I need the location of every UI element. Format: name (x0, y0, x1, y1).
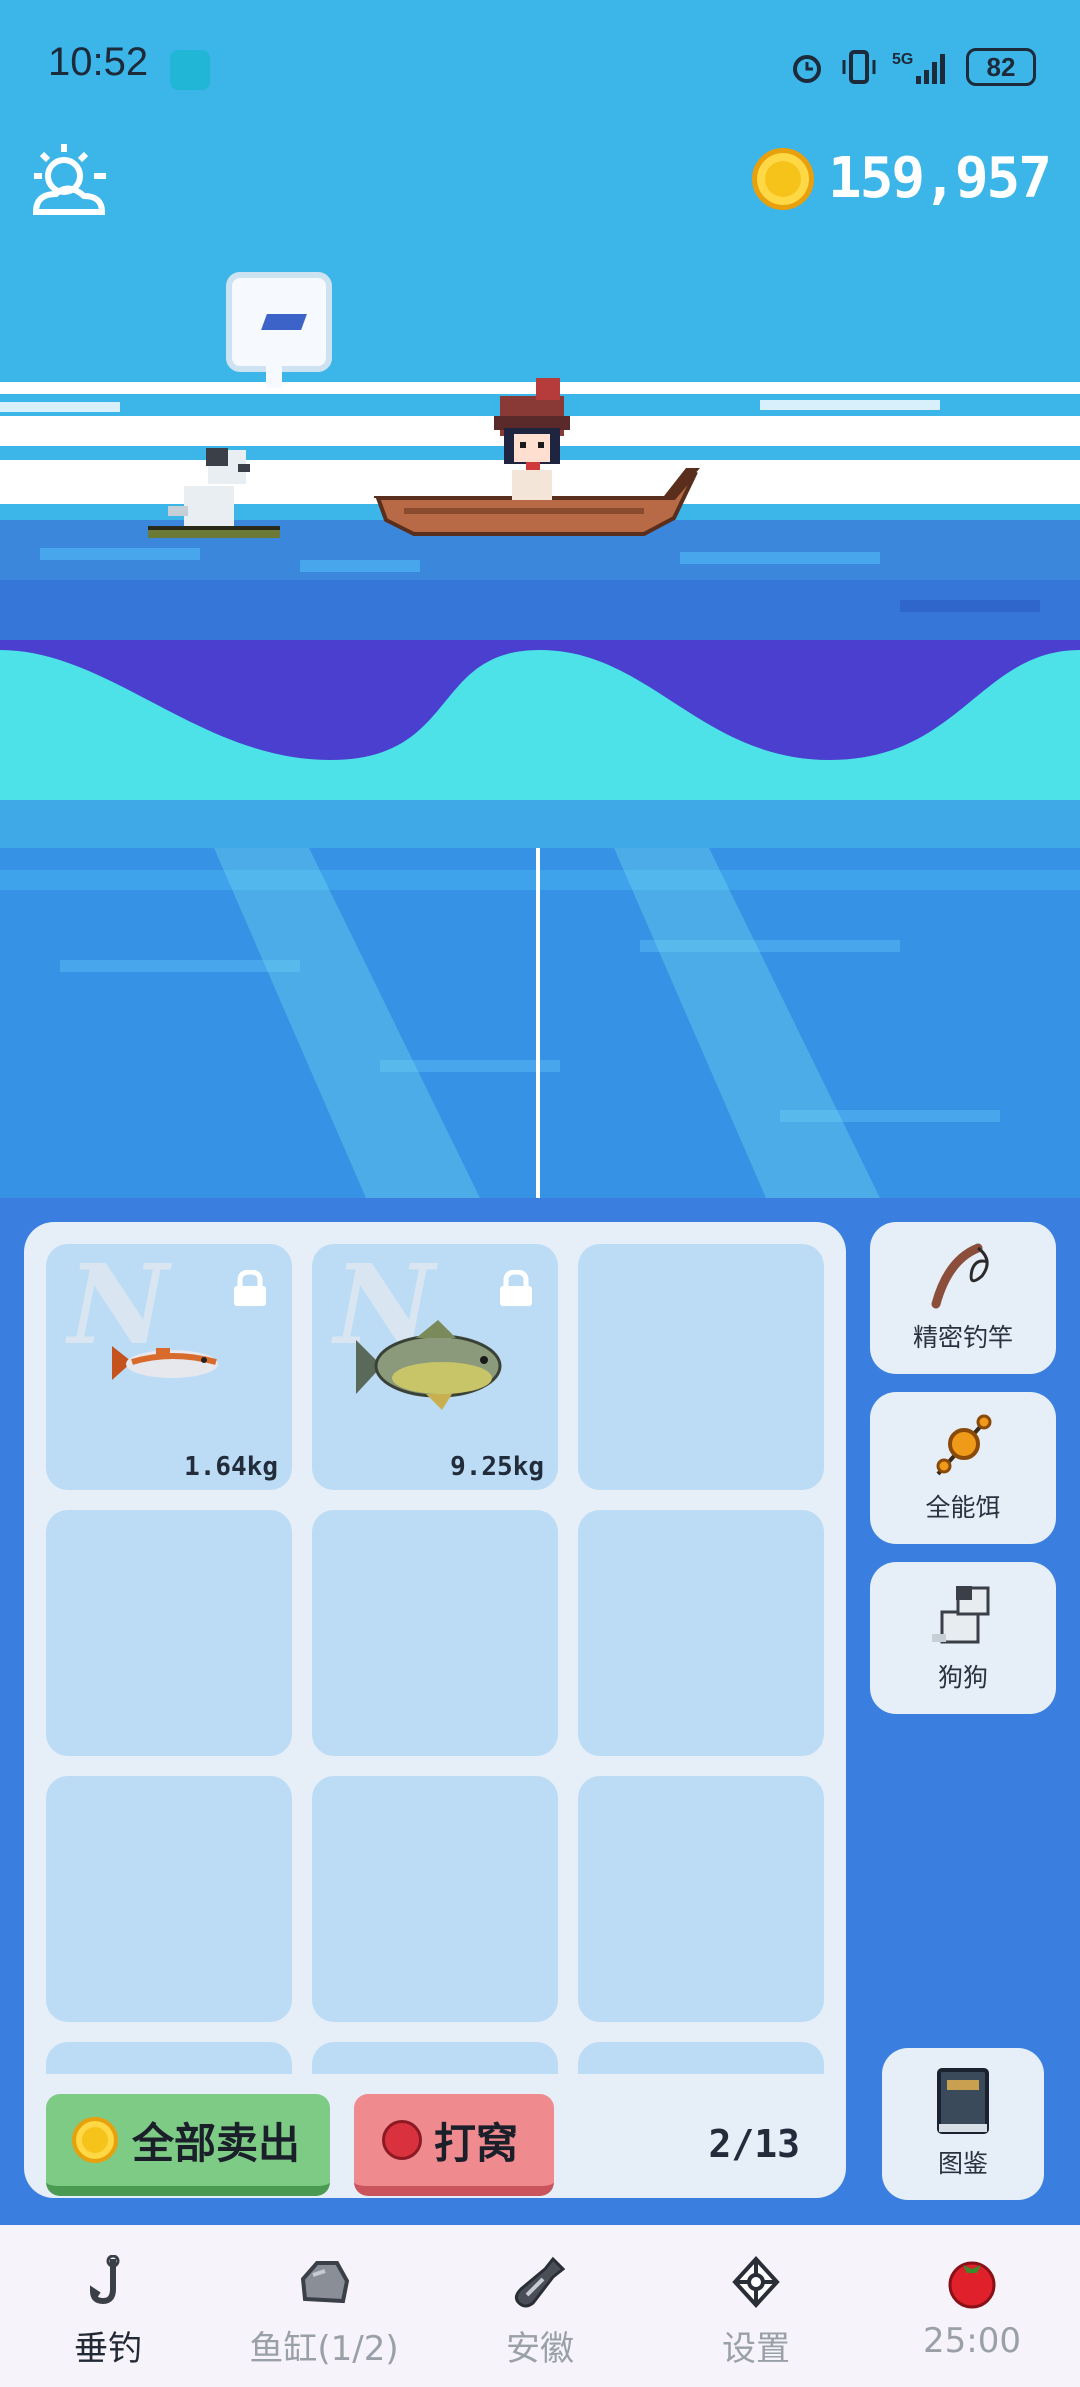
clock: 10:52 (48, 40, 149, 84)
ripple (300, 560, 420, 572)
nav-fishing-label: 垂钓 (74, 2329, 142, 2369)
encyclopedia-label: 图鉴 (937, 2149, 988, 2178)
sun-cloud-icon[interactable] (28, 138, 118, 228)
inventory-slot-9[interactable] (578, 1776, 824, 2022)
fishing-scene[interactable]: 159,957 (0, 0, 1080, 1198)
inventory-grid[interactable]: N 1.64kg N 9.25kg (46, 1244, 824, 2074)
ripple (680, 552, 880, 564)
sell-all-button[interactable]: 全部卖出 (46, 2094, 330, 2196)
sell-all-label: 全部卖出 (132, 2118, 301, 2168)
status-bar: 10:52 5G 82 (0, 0, 1080, 140)
nav-timer-label: 25:00 (923, 2321, 1021, 2361)
book-icon (937, 2068, 989, 2134)
cloud-fleck (0, 402, 120, 412)
sea-deep (0, 848, 1080, 1198)
inventory-slot-12[interactable] (578, 2042, 824, 2074)
large-green-fish (356, 1320, 502, 1410)
5g-signal-icon: 5G (892, 51, 945, 84)
bottom-nav: 垂钓 鱼缸(1/2) 安徽 设置 25:00 (0, 2225, 1080, 2387)
nav-aquarium-label: 鱼缸(1/2) (249, 2329, 399, 2369)
inventory-capacity: 2/13 (708, 2122, 800, 2166)
nav-settings[interactable]: 设置 (648, 2225, 864, 2387)
inventory-slot-1[interactable]: N 1.64kg (46, 1244, 292, 1490)
fish-weight: 1.64kg (184, 1452, 278, 1482)
bait-item-label: 全能饵 (925, 1493, 1001, 1522)
rock-icon (300, 2261, 350, 2304)
ripple (0, 870, 1080, 890)
inventory-slot-8[interactable] (312, 1776, 558, 2022)
speech-bubble (226, 272, 332, 388)
bait-ball-icon (382, 2120, 422, 2160)
nav-region-label: 安徽 (506, 2329, 574, 2369)
inventory-slot-3[interactable] (578, 1244, 824, 1490)
dash-icon (261, 314, 307, 330)
fishing-line (536, 848, 540, 1198)
coin-count: 159,957 (827, 146, 1052, 211)
pet-dog-card[interactable]: 狗狗 (870, 1562, 1056, 1714)
battery-indicator: 82 (966, 48, 1036, 86)
svg-text:5G: 5G (892, 51, 913, 68)
rod-label: 精密钓竿 (912, 1323, 1013, 1352)
lock-icon[interactable] (230, 1270, 270, 1306)
coin-balance: 159,957 (751, 146, 1052, 211)
app-notification-icon (170, 50, 210, 90)
bait-icon (936, 1414, 992, 1476)
nav-region[interactable]: 安徽 (432, 2225, 648, 2387)
coin-icon (72, 2117, 118, 2163)
inventory-slot-10[interactable] (46, 2042, 292, 2074)
wave-band (0, 640, 1080, 800)
tomato-icon (948, 2261, 996, 2309)
small-orange-fish (112, 1346, 218, 1380)
bait-button[interactable]: 打窝 (354, 2094, 554, 2196)
ripple (40, 548, 200, 560)
fish-weight: 9.25kg (450, 1452, 544, 1482)
inventory-slot-6[interactable] (578, 1510, 824, 1756)
sea-mid (0, 800, 1080, 850)
alarm-icon (793, 55, 821, 83)
dog-label: 狗狗 (937, 1663, 988, 1692)
settings-icon (732, 2256, 780, 2308)
nav-settings-label: 设置 (722, 2329, 790, 2369)
encyclopedia-card[interactable]: 图鉴 (882, 2048, 1044, 2200)
bottle-icon (514, 2256, 566, 2308)
nav-aquarium[interactable]: 鱼缸(1/2) (216, 2225, 432, 2387)
dog-icon (932, 1586, 990, 1644)
equipment-bait-card[interactable]: 全能饵 (870, 1392, 1056, 1544)
hook-icon (89, 2255, 120, 2305)
vibrate-icon (842, 50, 876, 84)
inventory-slot-5[interactable] (312, 1510, 558, 1756)
inventory-slot-2[interactable]: N 9.25kg (312, 1244, 558, 1490)
fisher-girl (494, 378, 570, 500)
lock-icon[interactable] (496, 1270, 536, 1306)
inventory-slot-4[interactable] (46, 1510, 292, 1756)
equipment-rod-card[interactable]: 精密钓竿 (870, 1222, 1056, 1374)
cloud-fleck (760, 400, 940, 410)
fish-inventory: N 1.64kg N 9.25kg 全部卖出 打窝 2/13 (24, 1222, 846, 2198)
fishing-rod-icon (931, 1243, 989, 1309)
ripple (900, 600, 1040, 612)
coin-icon (751, 147, 814, 210)
nav-timer[interactable]: 25:00 (864, 2225, 1080, 2387)
dog-on-raft (148, 448, 280, 538)
inventory-slot-7[interactable] (46, 1776, 292, 2022)
nav-fishing[interactable]: 垂钓 (0, 2225, 216, 2387)
inventory-slot-11[interactable] (312, 2042, 558, 2074)
bottom-panel: N 1.64kg N 9.25kg 全部卖出 打窝 2/13 精密钓竿 全能饵 … (0, 1198, 1080, 2225)
bait-label: 打窝 (434, 2118, 519, 2168)
